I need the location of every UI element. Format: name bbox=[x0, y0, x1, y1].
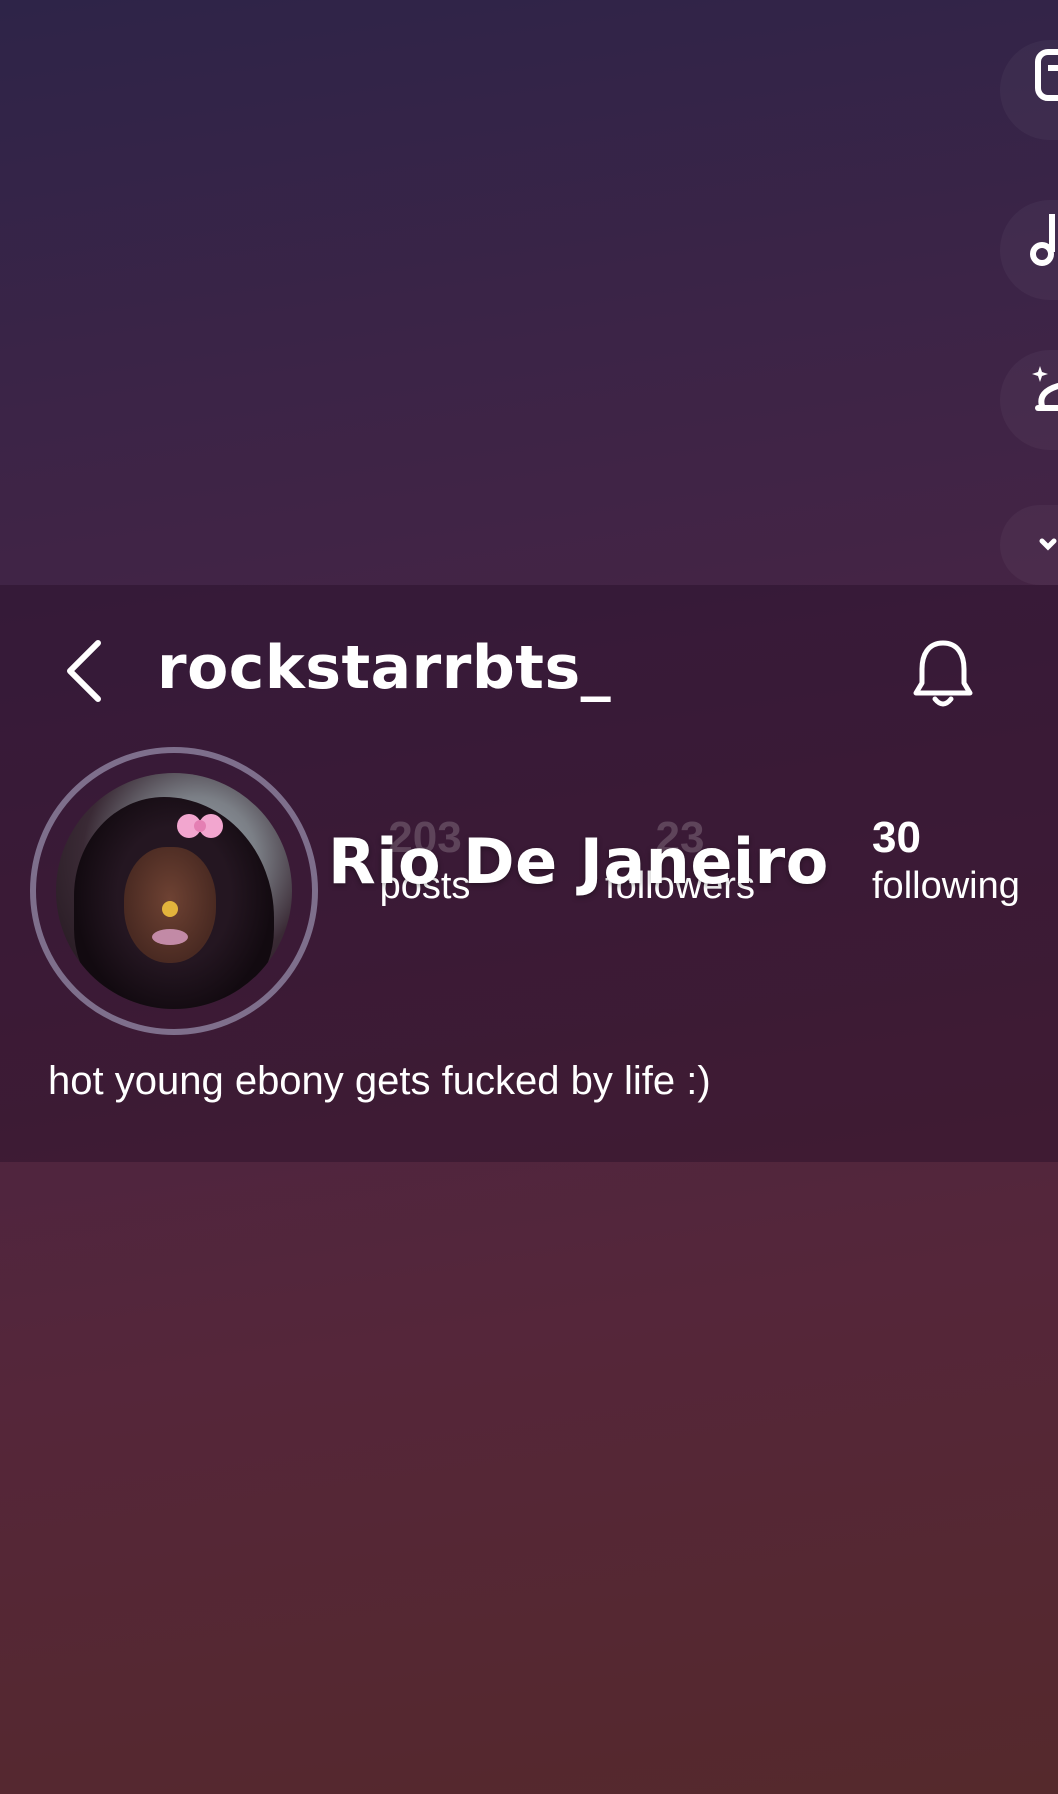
profile-avatar-ring[interactable] bbox=[30, 747, 318, 1035]
notifications-button[interactable] bbox=[910, 635, 976, 711]
bow-icon bbox=[177, 814, 223, 838]
following-count[interactable]: 30 following bbox=[872, 813, 1058, 908]
music-note-icon bbox=[1030, 214, 1055, 266]
back-chevron-icon bbox=[67, 640, 101, 702]
profile-card-sticker[interactable]: rockstarrbts_ 203 posts 23 followers 30 … bbox=[0, 585, 1058, 1162]
more-tools-button[interactable] bbox=[1000, 505, 1058, 585]
story-tools-rail bbox=[998, 0, 1058, 600]
text-tool-button[interactable] bbox=[1000, 40, 1058, 140]
avatar-lips bbox=[152, 929, 188, 945]
text-icon bbox=[1035, 49, 1058, 101]
sparkle-effects-icon bbox=[1032, 366, 1058, 411]
avatar bbox=[56, 773, 292, 1009]
profile-bio: hot young ebony gets fucked by life :) bbox=[48, 1059, 711, 1103]
following-value: 30 bbox=[872, 813, 921, 862]
bell-icon bbox=[913, 640, 973, 707]
avatar-filter-dot bbox=[162, 901, 178, 917]
location-sticker[interactable]: Rio De Janeiro bbox=[328, 825, 829, 898]
profile-username: rockstarrbts_ bbox=[157, 633, 612, 703]
chevron-down-icon bbox=[1039, 538, 1057, 551]
effects-tool-button[interactable] bbox=[1000, 350, 1058, 450]
music-tool-button[interactable] bbox=[1000, 200, 1058, 300]
back-button[interactable] bbox=[60, 635, 110, 705]
following-label: following bbox=[872, 865, 1020, 907]
